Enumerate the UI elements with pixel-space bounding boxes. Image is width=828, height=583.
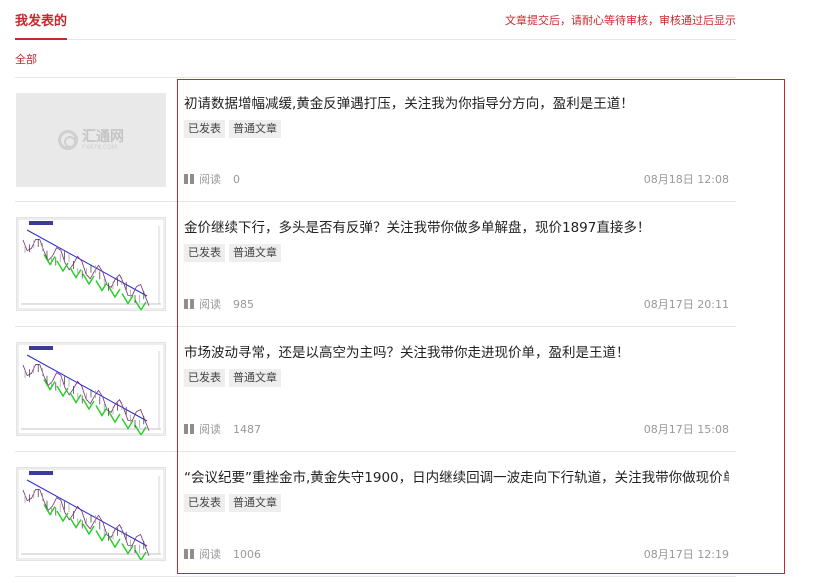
type-badge: 普通文章: [229, 369, 281, 387]
post-title[interactable]: 金价继续下行，多头是否有反弹？关注我带你做多单解盘，现价1897直接多！: [184, 216, 729, 236]
type-badge: 普通文章: [229, 120, 281, 138]
logo-domain: FX678.COM: [82, 143, 118, 151]
book-icon: [184, 174, 195, 184]
filter-all[interactable]: 全部: [15, 51, 37, 67]
book-icon: [184, 424, 195, 434]
read-count: 0: [233, 172, 240, 186]
post-title[interactable]: “会议纪要”重挫金市,黄金失守1900，日内继续回调一波走向下行轨道，关注我带你…: [184, 466, 729, 486]
list-item: 汇通网 FX678.COM 初请数据增幅减缓,黄金反弹遇打压，关注我为你指导分方…: [15, 78, 736, 202]
read-label: 阅读: [199, 298, 221, 311]
type-badge: 普通文章: [229, 244, 281, 262]
read-count: 985: [233, 297, 254, 311]
post-thumbnail[interactable]: [16, 217, 166, 311]
read-count: 1487: [233, 422, 261, 436]
chart-thumbnail-icon: [17, 468, 165, 560]
page-header: 我发表的 文章提交后，请耐心等待审核，审核通过后显示: [15, 0, 736, 40]
read-label: 阅读: [199, 423, 221, 436]
chart-thumbnail-icon: [17, 218, 165, 310]
status-badge: 已发表: [184, 494, 225, 512]
post-thumbnail[interactable]: 汇通网 FX678.COM: [16, 93, 166, 187]
post-date: 08月17日 12:19: [643, 548, 729, 561]
list-item: 金价继续下行，多头是否有反弹？关注我带你做多单解盘，现价1897直接多！ 已发表…: [15, 202, 736, 327]
status-badge: 已发表: [184, 120, 225, 138]
status-badge: 已发表: [184, 369, 225, 387]
type-badge: 普通文章: [229, 494, 281, 512]
read-label: 阅读: [199, 173, 221, 186]
post-date: 08月18日 12:08: [643, 173, 729, 186]
post-thumbnail[interactable]: [16, 342, 166, 436]
post-thumbnail[interactable]: [16, 467, 166, 561]
site-logo-icon: 汇通网 FX678.COM: [58, 130, 124, 151]
book-icon: [184, 549, 195, 559]
logo-name: 汇通网: [82, 128, 124, 145]
chart-thumbnail-icon: [17, 343, 165, 435]
read-label: 阅读: [199, 548, 221, 561]
post-date: 08月17日 15:08: [643, 423, 729, 436]
list-item: 市场波动寻常，还是以高空为主吗？关注我带你走进现价单，盈利是王道！ 已发表 普通…: [15, 327, 736, 452]
list-item: “会议纪要”重挫金市,黄金失守1900，日内继续回调一波走向下行轨道，关注我带你…: [15, 452, 736, 577]
page-title[interactable]: 我发表的: [15, 10, 68, 40]
book-icon: [184, 299, 195, 309]
post-date: 08月17日 20:11: [643, 298, 729, 311]
post-title[interactable]: 市场波动寻常，还是以高空为主吗？关注我带你走进现价单，盈利是王道！: [184, 341, 729, 361]
post-title[interactable]: 初请数据增幅减缓,黄金反弹遇打压，关注我为你指导分方向，盈利是王道！: [184, 92, 729, 112]
post-list: 汇通网 FX678.COM 初请数据增幅减缓,黄金反弹遇打压，关注我为你指导分方…: [15, 78, 736, 577]
read-count: 1006: [233, 547, 261, 561]
status-badge: 已发表: [184, 244, 225, 262]
review-notice: 文章提交后，请耐心等待审核，审核通过后显示: [505, 14, 736, 27]
